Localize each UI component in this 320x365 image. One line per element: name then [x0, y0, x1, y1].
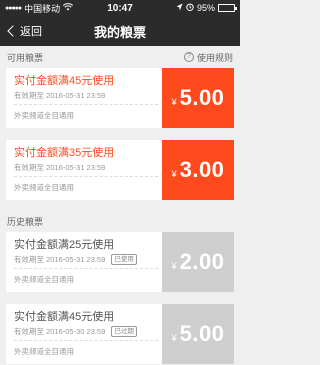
coupon-divider	[14, 104, 158, 105]
carrier-label: 中国移动	[24, 3, 61, 14]
usage-rules-link[interactable]: ? 使用规则	[183, 51, 233, 64]
chevron-left-icon	[7, 25, 19, 37]
coupon-title: 实付金额满35元使用	[14, 147, 115, 159]
status-bar: ●●●●● 中国移动 10:47 95%	[0, 0, 240, 16]
coupon-scope: 外卖频道全目通用	[14, 347, 74, 356]
navigation-bar: 返回 我的粮票	[0, 16, 240, 46]
coupon-card[interactable]: 实付金额满35元使用 有效期至 2016-05-31 23:59 外卖频道全目通…	[6, 140, 234, 200]
coupon-card[interactable]: 实付金额满45元使用 有效期至 2016-05-31 23:59 外卖频道全目通…	[6, 68, 234, 128]
status-left: ●●●●● 中国移动	[5, 2, 82, 15]
coupon-amount: ¥ 5.00	[172, 85, 225, 111]
signal-icon: ●●●●●	[5, 4, 22, 12]
coupon-value-panel: ¥ 2.00	[159, 232, 234, 292]
wifi-icon	[63, 3, 74, 13]
coupon-expiry-row: 有效期至 2016-05-31 23:59	[14, 90, 154, 101]
coupon-value-panel: ¥ 5.00	[159, 304, 234, 364]
coupon-divider	[14, 176, 158, 177]
status-right: 95%	[158, 3, 238, 13]
coupon-card[interactable]: 实付金额满25元使用 有效期至 2016-05-31 23:59 已使用 外卖频…	[6, 232, 234, 292]
coupon-expiry-row: 有效期至 2016-05-30 23:59 已过期	[14, 326, 154, 337]
back-label: 返回	[20, 26, 42, 38]
coupon-value-panel: ¥ 5.00	[159, 68, 234, 128]
available-section-label: 可用粮票	[7, 52, 44, 63]
coupon-divider	[14, 268, 158, 269]
coupon-amount: ¥ 3.00	[172, 157, 225, 183]
coupon-value: 2.00	[179, 249, 225, 274]
currency-symbol: ¥	[171, 169, 177, 179]
coupon-info: 实付金额满45元使用 有效期至 2016-05-30 23:59 已过期 外卖频…	[6, 304, 162, 364]
question-icon: ?	[183, 52, 194, 62]
coupon-value: 5.00	[179, 85, 225, 110]
coupon-info: 实付金额满45元使用 有效期至 2016-05-31 23:59 外卖频道全目通…	[6, 68, 162, 128]
back-button[interactable]: 返回	[6, 16, 42, 46]
expired-stamp: 已过期	[111, 326, 137, 337]
history-section-label: 历史粮票	[7, 216, 44, 227]
history-section-header: 历史粮票	[0, 210, 240, 232]
currency-symbol: ¥	[171, 333, 177, 343]
coupon-title: 实付金额满25元使用	[14, 239, 115, 251]
coupon-info: 实付金额满25元使用 有效期至 2016-05-31 23:59 已使用 外卖频…	[6, 232, 162, 292]
coupon-value: 3.00	[179, 157, 225, 182]
used-stamp: 已使用	[111, 254, 137, 265]
usage-rules-label: 使用规则	[196, 52, 233, 63]
coupon-expiry-row: 有效期至 2016-05-31 23:59	[14, 162, 154, 173]
coupon-value: 5.00	[179, 321, 225, 346]
coupon-divider	[14, 340, 158, 341]
clock-time: 10:47	[107, 2, 133, 14]
coupon-scope: 外卖频道全目通用	[14, 183, 74, 192]
coupon-scope: 外卖频道全目通用	[14, 111, 74, 120]
alarm-icon	[186, 3, 194, 13]
coupon-expiry: 有效期至 2016-05-31 23:59	[14, 163, 106, 172]
coupon-title: 实付金额满45元使用	[14, 75, 115, 87]
location-icon	[176, 3, 183, 13]
page-title: 我的粮票	[93, 24, 146, 40]
available-section-header: 可用粮票 ? 使用规则	[0, 46, 240, 68]
coupon-expiry: 有效期至 2016-05-31 23:59	[14, 255, 106, 264]
coupon-expiry: 有效期至 2016-05-30 23:59	[14, 327, 106, 336]
coupon-value-panel: ¥ 3.00	[159, 140, 234, 200]
coupon-scope: 外卖频道全目通用	[14, 275, 74, 284]
coupon-amount: ¥ 5.00	[172, 321, 225, 347]
coupon-card[interactable]: 实付金额满45元使用 有效期至 2016-05-30 23:59 已过期 外卖频…	[6, 304, 234, 364]
coupon-info: 实付金额满35元使用 有效期至 2016-05-31 23:59 外卖频道全目通…	[6, 140, 162, 200]
coupon-amount: ¥ 2.00	[172, 249, 225, 275]
coupon-title: 实付金额满45元使用	[14, 311, 115, 323]
coupon-expiry-row: 有效期至 2016-05-31 23:59 已使用	[14, 254, 154, 265]
currency-symbol: ¥	[171, 261, 177, 271]
battery-percent: 95%	[197, 3, 216, 13]
currency-symbol: ¥	[171, 97, 177, 107]
battery-icon	[218, 4, 238, 12]
coupon-expiry: 有效期至 2016-05-31 23:59	[14, 91, 106, 100]
